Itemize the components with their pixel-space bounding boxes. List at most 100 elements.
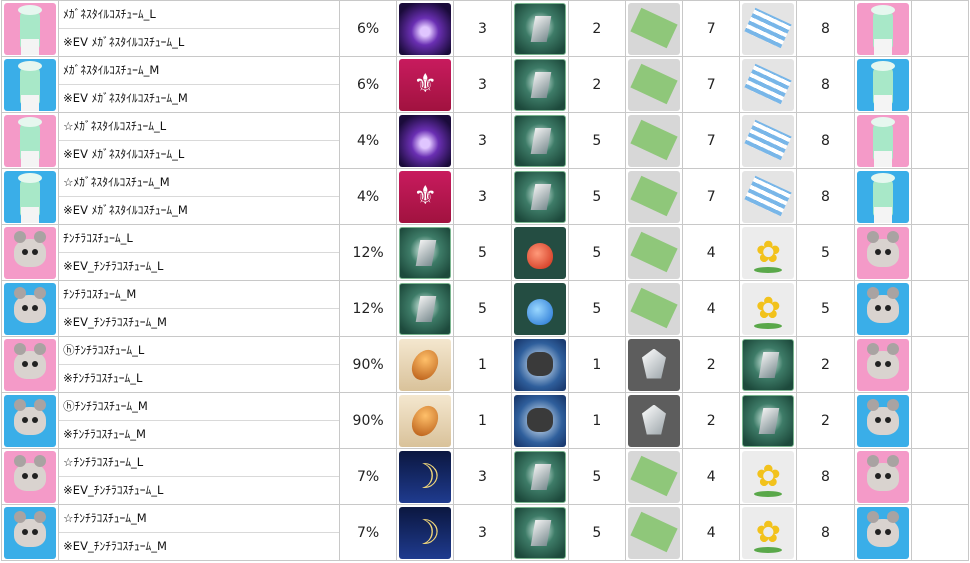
quantity-1: 3 <box>453 56 512 113</box>
empty-cell <box>910 504 970 561</box>
costume-ev-name: ※EV_ﾁﾝﾁﾗｺｽﾁｭｰﾑ_M <box>63 315 167 329</box>
material-3-cell <box>624 280 684 337</box>
costume-name: ﾒｶﾞﾈｽﾀｲﾙｺｽﾁｭｰﾑ_M <box>59 58 339 85</box>
name-cell: ﾁﾝﾁﾗｺｽﾁｭｰﾑ_L ※EV_ﾁﾝﾁﾗｺｽﾁｭｰﾑ_L <box>58 224 341 281</box>
green-fabric-icon <box>627 450 680 503</box>
avatar-cell <box>0 112 60 169</box>
striped-fabric-icon <box>742 170 795 223</box>
empty-cell <box>910 336 970 393</box>
name-cell: ⓗﾁﾝﾁﾗｺｽﾁｭｰﾑ_M ※ﾁﾝﾁﾗｺｽﾁｭｰﾑ_M <box>58 392 341 449</box>
material-4-cell <box>739 448 798 505</box>
table-row: ﾒｶﾞﾈｽﾀｲﾙｺｽﾁｭｰﾑ_L ※EV ﾒｶﾞﾈｽﾀｲﾙｺｽﾁｭｰﾑ_L 6% 3 2… <box>0 0 970 57</box>
quantity-4: 8 <box>796 448 855 505</box>
avatar-cell <box>0 280 60 337</box>
material-2-cell <box>510 0 569 57</box>
result-avatar-cell <box>853 336 912 393</box>
result-avatar-cell <box>853 224 912 281</box>
quantity-1: 3 <box>453 168 512 225</box>
quantity-3: 4 <box>682 504 741 561</box>
costume-name: ☆ﾁﾝﾁﾗｺｽﾁｭｰﾑ_M <box>59 506 339 533</box>
quantity-4: 8 <box>796 168 855 225</box>
costume-name: ⓗﾁﾝﾁﾗｺｽﾁｭｰﾑ_M <box>59 394 339 421</box>
quantity-1: 3 <box>453 112 512 169</box>
table-row: ☆ﾒｶﾞﾈｽﾀｲﾙｺｽﾁｭｰﾑ_L ※EV ﾒｶﾞﾈｽﾀｲﾙｺｽﾁｭｰﾑ_L 4% 3… <box>0 112 970 169</box>
crystal-shard-icon <box>513 506 566 559</box>
name-cell: ☆ﾒｶﾞﾈｽﾀｲﾙｺｽﾁｭｰﾑ_M ※EV ﾒｶﾞﾈｽﾀｲﾙｺｽﾁｭｰﾑ_M <box>58 168 341 225</box>
material-4-cell <box>739 336 798 393</box>
quantity-3: 2 <box>682 336 741 393</box>
material-3-cell <box>624 112 684 169</box>
name-cell: ﾒｶﾞﾈｽﾀｲﾙｺｽﾁｭｰﾑ_M ※EV ﾒｶﾞﾈｽﾀｲﾙｺｽﾁｭｰﾑ_M <box>58 56 341 113</box>
red-potion-icon <box>513 226 566 279</box>
crystal-shard-icon <box>399 226 452 279</box>
name-cell: ⓗﾁﾝﾁﾗｺｽﾁｭｰﾑ_L ※ﾁﾝﾁﾗｺｽﾁｭｰﾑ_L <box>58 336 341 393</box>
empty-cell <box>910 224 970 281</box>
costume-ev-name: ※EV ﾒｶﾞﾈｽﾀｲﾙｺｽﾁｭｰﾑ_L <box>63 147 185 161</box>
quantity-3: 4 <box>682 448 741 505</box>
rate-value: 4% <box>339 168 398 225</box>
blue-costume-icon <box>4 170 57 223</box>
costume-ev-name: ※EV ﾒｶﾞﾈｽﾀｲﾙｺｽﾁｭｰﾑ_L <box>63 35 185 49</box>
empty-cell <box>910 56 970 113</box>
material-4-cell <box>739 504 798 561</box>
costume-name: ﾁﾝﾁﾗｺｽﾁｭｰﾑ_L <box>59 226 339 253</box>
result-avatar-cell <box>853 392 912 449</box>
rate-value: 6% <box>339 0 398 57</box>
quantity-3: 4 <box>682 280 741 337</box>
avatar-cell <box>0 168 60 225</box>
recipe-table: ﾒｶﾞﾈｽﾀｲﾙｺｽﾁｭｰﾑ_L ※EV ﾒｶﾞﾈｽﾀｲﾙｺｽﾁｭｰﾑ_L 6% 3 2… <box>0 0 970 561</box>
crystal-shard-icon <box>513 58 566 111</box>
material-3-cell <box>624 392 684 449</box>
costume-ev-name: ※EV ﾒｶﾞﾈｽﾀｲﾙｺｽﾁｭｰﾑ_M <box>63 203 188 217</box>
material-4-cell <box>739 168 798 225</box>
material-2-cell <box>510 224 569 281</box>
name-cell: ☆ﾒｶﾞﾈｽﾀｲﾙｺｽﾁｭｰﾑ_L ※EV ﾒｶﾞﾈｽﾀｲﾙｺｽﾁｭｰﾑ_L <box>58 112 341 169</box>
material-3-cell <box>624 168 684 225</box>
material-2-cell <box>510 280 569 337</box>
pink-chinchilla-icon <box>4 338 57 391</box>
material-3-cell <box>624 336 684 393</box>
costume-ev-name: ※ﾁﾝﾁﾗｺｽﾁｭｰﾑ_L <box>63 371 143 385</box>
magic-orb-icon <box>399 2 452 55</box>
crescent-moon-icon <box>399 506 452 559</box>
table-row: ﾒｶﾞﾈｽﾀｲﾙｺｽﾁｭｰﾑ_M ※EV ﾒｶﾞﾈｽﾀｲﾙｺｽﾁｭｰﾑ_M 6% 32… <box>0 56 970 113</box>
costume-ev-name: ※EV_ﾁﾝﾁﾗｺｽﾁｭｰﾑ_L <box>63 483 164 497</box>
quantity-4: 8 <box>796 0 855 57</box>
crystal-shard-icon <box>513 450 566 503</box>
costume-ev-name: ※EV ﾒｶﾞﾈｽﾀｲﾙｺｽﾁｭｰﾑ_M <box>63 91 188 105</box>
quantity-3: 2 <box>682 392 741 449</box>
quantity-1: 5 <box>453 280 512 337</box>
quantity-2: 5 <box>567 168 626 225</box>
material-2-cell <box>510 112 569 169</box>
green-fabric-icon <box>627 506 680 559</box>
table-row: ⓗﾁﾝﾁﾗｺｽﾁｭｰﾑ_L ※ﾁﾝﾁﾗｺｽﾁｭｰﾑ_L 90% 1 1 2 2 <box>0 336 970 393</box>
empty-cell <box>910 112 970 169</box>
quantity-2: 5 <box>567 112 626 169</box>
blue-costume-icon <box>856 58 909 111</box>
rate-value: 4% <box>339 112 398 169</box>
quantity-2: 5 <box>567 280 626 337</box>
quantity-2: 5 <box>567 504 626 561</box>
empty-cell <box>910 280 970 337</box>
white-crystal-icon <box>627 338 680 391</box>
amber-bean-icon <box>399 338 452 391</box>
material-4-cell <box>739 224 798 281</box>
blue-chinchilla-icon <box>856 282 909 335</box>
fleur-crest-icon <box>399 58 452 111</box>
material-1-cell <box>396 0 455 57</box>
material-1-cell <box>396 112 455 169</box>
quantity-4: 8 <box>796 56 855 113</box>
empty-cell <box>910 168 970 225</box>
green-fabric-icon <box>627 58 680 111</box>
result-avatar-cell <box>853 504 912 561</box>
material-3-cell <box>624 224 684 281</box>
pink-chinchilla-icon <box>4 450 57 503</box>
material-3-cell <box>624 0 684 57</box>
yellow-flower-icon <box>742 226 795 279</box>
green-fabric-icon <box>627 282 680 335</box>
result-avatar-cell <box>853 280 912 337</box>
quantity-2: 2 <box>567 56 626 113</box>
crystal-shard-icon <box>742 394 795 447</box>
crystal-shard-icon <box>513 2 566 55</box>
quantity-2: 1 <box>567 336 626 393</box>
